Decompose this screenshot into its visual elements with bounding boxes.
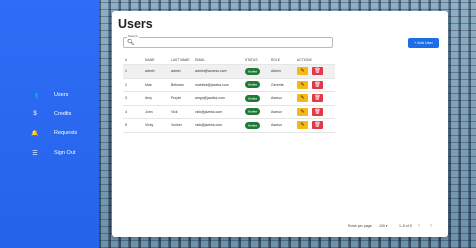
table-header: # NAME LAST NAME EMAIL STATUS ROLE ACTIO… (123, 55, 335, 65)
row-name: Vicky (145, 123, 154, 128)
row-id: 1 (125, 69, 127, 74)
trash-icon: 🗑︎ (314, 108, 321, 115)
table-row[interactable]: 5 Vicky Vonker vick@jazeka.com Active Asesor ✎… (123, 119, 335, 133)
table-row[interactable]: 4 John Vick vick@jazeka.com Active Asesor ✎ 🗑︎ (123, 106, 335, 119)
row-last-name: admin (171, 69, 181, 74)
row-role: Asesor (271, 123, 282, 128)
sidebar-item-label: Credits (54, 111, 72, 117)
row-name: Amy (145, 96, 152, 101)
row-status: Active (245, 121, 261, 129)
search-input[interactable] (136, 39, 326, 47)
table-row[interactable]: 1 admin admin admin@access.com Active Admin ✎ 🗑… (123, 65, 335, 79)
row-name: Mae (145, 82, 152, 87)
column-header[interactable]: NAME (145, 58, 155, 62)
row-role: Admin (271, 69, 281, 74)
row-email: vick@jazeka.com (195, 123, 223, 128)
search-label: Search (127, 34, 139, 38)
users-table: # NAME LAST NAME EMAIL STATUS ROLE ACTIO… (123, 55, 335, 133)
row-last-name: Vick (171, 109, 178, 114)
row-last-name: Vonker (171, 123, 182, 128)
row-name: admin (145, 69, 155, 74)
dollar-icon: $ (33, 111, 37, 117)
sidebar-item-credits[interactable]: $ Credits (30, 107, 90, 121)
status-badge: Active (245, 67, 261, 75)
row-id: 3 (125, 96, 127, 101)
search-icon: 🔍︎ (127, 40, 135, 46)
pencil-icon: ✎ (300, 108, 305, 115)
page-title: Users (118, 17, 153, 31)
edit-button[interactable]: ✎ (297, 121, 308, 130)
edit-button[interactable]: ✎ (297, 107, 308, 116)
row-status: Active (245, 94, 261, 102)
column-header[interactable]: EMAIL (195, 58, 205, 62)
sidebar-item-sign-out[interactable]: ☰ Sign Out (30, 146, 90, 160)
sidebar-item-users[interactable]: 👥 Users (30, 88, 90, 102)
pencil-icon: ✎ (300, 68, 305, 75)
row-id: 2 (125, 82, 127, 87)
users-card: Users Search 🔍︎ + Add User # NAME LAST N… (112, 11, 448, 237)
column-header: # (125, 57, 127, 62)
row-email: admin@access.com (195, 69, 227, 74)
status-badge: Active (245, 121, 261, 129)
row-id: 5 (125, 123, 127, 128)
row-actions: ✎ 🗑︎ (297, 80, 323, 89)
page-range: 1–5 of 5 (399, 224, 412, 228)
trash-icon: 🗑︎ (314, 81, 321, 88)
sidebar-item-label: Users (54, 92, 69, 98)
row-actions: ✎ 🗑︎ (297, 121, 323, 130)
table-row[interactable]: 3 Amy Purple amyp@jazeka.com Active Asesor ✎ 🗑︎ (123, 92, 335, 106)
sidebar: 👥 Users $ Credits 🔔 Requests ☰ Sign Out (0, 0, 99, 248)
status-badge: Active (245, 108, 261, 116)
row-last-name: Purple (171, 96, 182, 101)
row-actions: ✎ 🗑︎ (297, 67, 323, 76)
pencil-icon: ✎ (300, 122, 305, 129)
sidebar-item-label: Sign Out (54, 150, 76, 156)
column-header[interactable]: LAST NAME (171, 58, 190, 62)
delete-button[interactable]: 🗑︎ (312, 107, 323, 116)
edit-button[interactable]: ✎ (297, 80, 308, 89)
sidebar-item-requests[interactable]: 🔔 Requests (30, 126, 90, 140)
row-role: Asesor (271, 109, 282, 114)
row-email: amyp@jazeka.com (195, 96, 225, 101)
row-actions: ✎ 🗑︎ (297, 107, 323, 116)
pencil-icon: ✎ (300, 95, 305, 102)
row-status: Active (245, 81, 261, 89)
row-email: vick@jazeka.com (195, 109, 223, 114)
row-name: John (145, 109, 153, 114)
row-email: maebek@jazeka.com (195, 82, 229, 87)
column-header: ACTIONS (297, 57, 312, 62)
table-row[interactable]: 2 Mae Beknam maebek@jazeka.com Active Gerente… (123, 79, 335, 92)
delete-button[interactable]: 🗑︎ (312, 80, 323, 89)
add-user-button[interactable]: + Add User (408, 38, 439, 48)
users-icon: 👥 (31, 92, 39, 99)
edit-button[interactable]: ✎ (297, 94, 308, 103)
column-header[interactable]: ROLE (271, 58, 280, 62)
row-role: Gerente (271, 82, 284, 87)
row-last-name: Beknam (171, 82, 184, 87)
pencil-icon: ✎ (300, 81, 305, 88)
row-id: 4 (125, 109, 127, 114)
row-actions: ✎ 🗑︎ (297, 94, 323, 103)
search-field[interactable]: Search 🔍︎ (123, 34, 333, 48)
sidebar-item-label: Requests (54, 130, 78, 136)
row-status: Active (245, 67, 261, 75)
delete-button[interactable]: 🗑︎ (312, 94, 323, 103)
status-badge: Active (245, 81, 261, 89)
rows-per-page-label: Rows per page: (348, 224, 373, 228)
status-badge: Active (245, 94, 261, 102)
prev-page-icon[interactable]: ‹ (418, 223, 420, 229)
next-page-icon[interactable]: › (430, 223, 432, 229)
delete-button[interactable]: 🗑︎ (312, 121, 323, 130)
delete-button[interactable]: 🗑︎ (312, 67, 323, 76)
trash-icon: 🗑︎ (314, 122, 321, 129)
row-status: Active (245, 108, 261, 116)
trash-icon: 🗑︎ (314, 95, 321, 102)
bell-icon: 🔔 (31, 130, 39, 137)
column-header[interactable]: STATUS (245, 58, 258, 62)
row-role: Asesor (271, 96, 282, 101)
edit-button[interactable]: ✎ (297, 67, 308, 76)
rows-per-page-select[interactable]: 100 ▾ (379, 224, 388, 228)
sliders-icon: ☰ (32, 150, 38, 157)
trash-icon: 🗑︎ (314, 68, 321, 75)
